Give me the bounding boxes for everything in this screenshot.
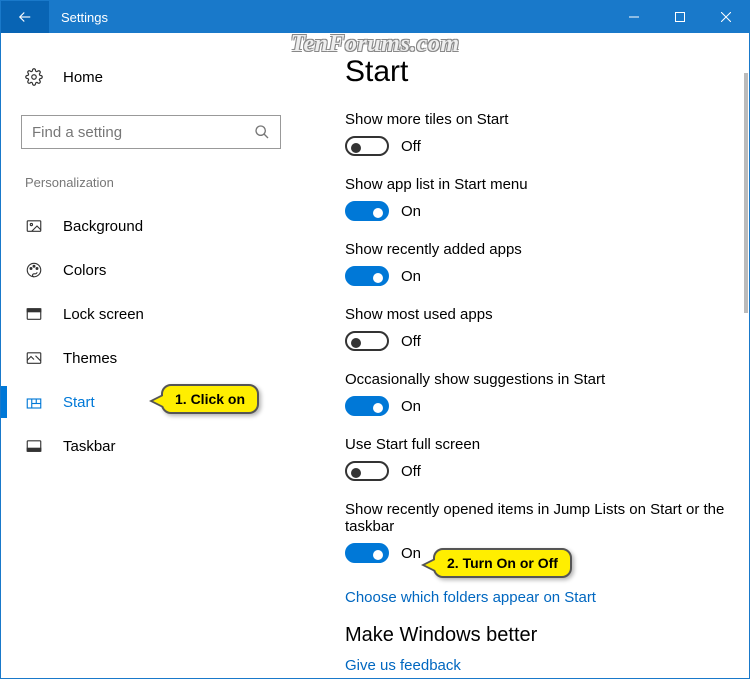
sidebar-item-label: Background xyxy=(53,218,143,235)
minimize-icon xyxy=(629,12,639,22)
search-input[interactable]: Find a setting xyxy=(21,115,281,149)
sidebar-item-label: Start xyxy=(53,394,95,411)
taskbar-icon xyxy=(25,437,53,455)
start-icon xyxy=(25,393,53,411)
setting-recently-added: Show recently added apps On xyxy=(345,241,739,286)
close-icon xyxy=(721,12,731,22)
setting-suggestions: Occasionally show suggestions in Start O… xyxy=(345,371,739,416)
setting-label: Show app list in Start menu xyxy=(345,176,739,193)
arrow-left-icon xyxy=(16,8,34,26)
annotation-callout-2: 2. Turn On or Off xyxy=(433,548,572,578)
toggle-more-tiles[interactable] xyxy=(345,136,389,156)
link-choose-folders[interactable]: Choose which folders appear on Start xyxy=(345,589,596,606)
subheading-make-better: Make Windows better xyxy=(345,624,739,647)
toggle-state: Off xyxy=(401,463,421,480)
setting-label: Occasionally show suggestions in Start xyxy=(345,371,739,388)
setting-label: Use Start full screen xyxy=(345,436,739,453)
toggle-state: Off xyxy=(401,333,421,350)
setting-most-used: Show most used apps Off xyxy=(345,306,739,351)
sidebar-item-label: Themes xyxy=(53,350,117,367)
sidebar-item-label: Colors xyxy=(53,262,106,279)
home-button[interactable]: Home xyxy=(21,57,281,97)
gear-icon xyxy=(25,68,53,86)
annotation-callout-1: 1. Click on xyxy=(161,384,259,414)
sidebar: Home Find a setting Personalization Back… xyxy=(1,33,301,678)
scrollbar[interactable] xyxy=(744,73,748,313)
setting-label: Show more tiles on Start xyxy=(345,111,739,128)
toggle-recently-added[interactable] xyxy=(345,266,389,286)
home-label: Home xyxy=(53,69,103,86)
sidebar-item-label: Taskbar xyxy=(53,438,116,455)
minimize-button[interactable] xyxy=(611,1,657,33)
themes-icon xyxy=(25,349,53,367)
setting-label: Show recently opened items in Jump Lists… xyxy=(345,501,739,535)
toggle-full-screen[interactable] xyxy=(345,461,389,481)
sidebar-item-label: Lock screen xyxy=(53,306,144,323)
toggle-app-list[interactable] xyxy=(345,201,389,221)
toggle-state: Off xyxy=(401,138,421,155)
search-placeholder: Find a setting xyxy=(32,124,254,141)
main: Start Show more tiles on Start Off Show … xyxy=(301,33,749,678)
toggle-state: On xyxy=(401,203,421,220)
toggle-state: On xyxy=(401,268,421,285)
picture-icon xyxy=(25,217,53,235)
setting-more-tiles: Show more tiles on Start Off xyxy=(345,111,739,156)
setting-label: Show most used apps xyxy=(345,306,739,323)
sidebar-item-lockscreen[interactable]: Lock screen xyxy=(21,292,281,336)
sidebar-item-colors[interactable]: Colors xyxy=(21,248,281,292)
toggle-state: On xyxy=(401,398,421,415)
search-icon xyxy=(254,124,270,140)
back-button[interactable] xyxy=(1,1,49,33)
link-feedback[interactable]: Give us feedback xyxy=(345,657,461,674)
setting-app-list: Show app list in Start menu On xyxy=(345,176,739,221)
titlebar: Settings xyxy=(1,1,749,33)
toggle-jump-lists[interactable] xyxy=(345,543,389,563)
sidebar-item-taskbar[interactable]: Taskbar xyxy=(21,424,281,468)
window-title: Settings xyxy=(49,10,108,25)
setting-full-screen: Use Start full screen Off xyxy=(345,436,739,481)
content-area: Home Find a setting Personalization Back… xyxy=(1,33,749,678)
setting-label: Show recently added apps xyxy=(345,241,739,258)
toggle-suggestions[interactable] xyxy=(345,396,389,416)
sidebar-section-header: Personalization xyxy=(21,175,281,190)
maximize-button[interactable] xyxy=(657,1,703,33)
page-heading: Start xyxy=(345,55,739,89)
sidebar-item-themes[interactable]: Themes xyxy=(21,336,281,380)
palette-icon xyxy=(25,261,53,279)
close-button[interactable] xyxy=(703,1,749,33)
maximize-icon xyxy=(675,12,685,22)
sidebar-item-background[interactable]: Background xyxy=(21,204,281,248)
toggle-state: On xyxy=(401,545,421,562)
toggle-most-used[interactable] xyxy=(345,331,389,351)
lockscreen-icon xyxy=(25,305,53,323)
